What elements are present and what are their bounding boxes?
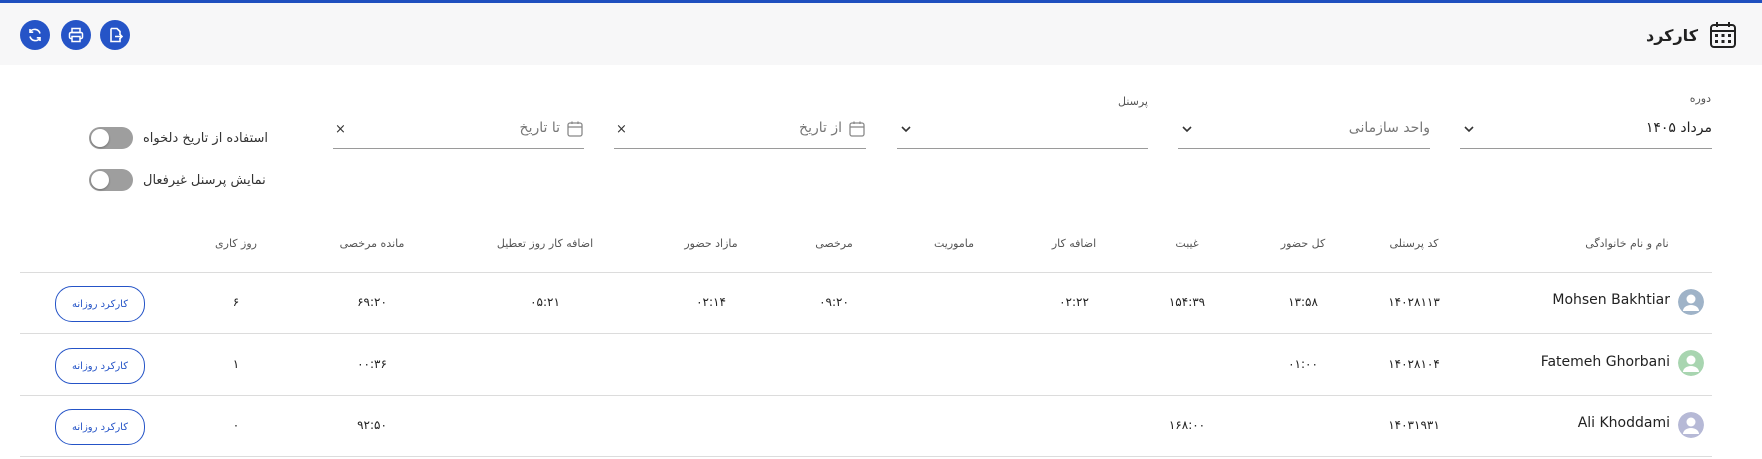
chevron-down-icon [901, 126, 911, 133]
daily-work-button[interactable]: کارکرد روزانه [55, 286, 145, 322]
overtime-cell: ۰۲:۲۲ [1059, 295, 1089, 309]
table-divider [20, 456, 1712, 457]
refresh-button[interactable] [20, 20, 50, 50]
table-divider [20, 395, 1712, 396]
leave-cell: ۰۹:۲۰ [819, 295, 849, 309]
absence-cell: ۱۶۸:۰۰ [1168, 418, 1206, 432]
calendar-icon [567, 121, 583, 137]
employee-name: Fatemeh Ghorbani [1540, 354, 1670, 370]
daily-work-button[interactable]: کارکرد روزانه [55, 409, 145, 445]
employee-name: Ali Khoddami [1577, 415, 1670, 431]
period-label: دوره [1689, 92, 1711, 105]
daily-work-button[interactable]: کارکرد روزانه [55, 348, 145, 384]
export-button[interactable] [100, 20, 130, 50]
calendar-icon [1710, 22, 1736, 48]
workdays-cell: ۶ [232, 295, 240, 309]
clear-to-date-button[interactable]: × [335, 122, 346, 137]
remaining-leave-cell: ۰۰:۳۶ [357, 357, 387, 371]
personnel-label: پرسنل [1118, 95, 1148, 108]
inactive-personnel-toggle-label: نمایش پرسنل غیرفعال [143, 172, 266, 188]
org-unit-select[interactable]: واحد سازمانی [1178, 110, 1430, 149]
column-header-name: نام و نام خانوادگی [1585, 237, 1669, 250]
chevron-down-icon [1464, 126, 1474, 133]
inactive-personnel-toggle[interactable] [89, 169, 133, 191]
column-header-extra-presence: مازاد حضور [684, 237, 738, 250]
extra-presence-cell: ۰۲:۱۴ [696, 295, 726, 309]
personnel-select[interactable] [897, 110, 1148, 149]
page-title: کارکرد [1646, 25, 1698, 45]
column-header-total-presence: کل حضور [1280, 237, 1326, 250]
employee-code: ۱۴۰۲۸۱۰۴ [1388, 357, 1440, 371]
toggle-knob [91, 129, 109, 147]
custom-date-toggle-row: استفاده از تاریخ دلخواه [89, 127, 268, 149]
employee-name: Mohsen Bakhtiar [1552, 292, 1670, 308]
table-divider [20, 333, 1712, 334]
employee-code: ۱۴۰۲۸۱۱۳ [1388, 295, 1440, 309]
custom-date-toggle[interactable] [89, 127, 133, 149]
period-select[interactable]: ۱۴۰۵ مرداد [1460, 110, 1712, 149]
employee-code: ۱۴۰۳۱۹۳۱ [1388, 418, 1440, 432]
to-date-input[interactable]: تا تاریخ × [333, 110, 584, 149]
clear-from-date-button[interactable]: × [616, 122, 627, 137]
total-presence-cell: ۱۳:۵۸ [1288, 295, 1318, 309]
absence-cell: ۱۵۴:۳۹ [1168, 295, 1206, 309]
print-icon [68, 27, 84, 43]
column-header-absence: غیبت [1175, 237, 1199, 250]
column-header-remaining-leave: مانده مرخصی [339, 237, 405, 250]
page-title-group: کارکرد [1646, 19, 1738, 51]
column-header-code: کد پرسنلی [1389, 237, 1439, 250]
workdays-cell: ۰ [232, 418, 240, 432]
page-header: کارکرد [0, 3, 1762, 65]
remaining-leave-cell: ۶۹:۲۰ [357, 295, 387, 309]
toggle-knob [91, 171, 109, 189]
from-date-input[interactable]: از تاریخ × [614, 110, 866, 149]
chevron-down-icon [1182, 126, 1192, 133]
table-divider [20, 272, 1712, 273]
refresh-icon [29, 28, 41, 42]
calendar-icon [849, 121, 865, 137]
export-icon [110, 27, 123, 43]
column-header-leave: مرخصی [815, 237, 853, 250]
to-date-placeholder: تا تاریخ [519, 120, 560, 136]
avatar-icon [1678, 289, 1704, 315]
column-header-mission: ماموریت [934, 237, 974, 250]
column-header-holiday-overtime: اضافه کار روز تعطیل [496, 237, 594, 250]
total-presence-cell: ۰۱:۰۰ [1288, 357, 1318, 371]
column-header-workdays: روز کاری [215, 237, 257, 250]
period-value: ۱۴۰۵ مرداد [1645, 120, 1712, 136]
custom-date-toggle-label: استفاده از تاریخ دلخواه [143, 130, 268, 146]
inactive-personnel-toggle-row: نمایش پرسنل غیرفعال [89, 169, 266, 191]
avatar-icon [1678, 412, 1704, 438]
avatar-icon [1678, 350, 1704, 376]
print-button[interactable] [61, 20, 91, 50]
holiday-overtime-cell: ۰۵:۲۱ [530, 295, 560, 309]
org-unit-placeholder: واحد سازمانی [1348, 120, 1430, 136]
remaining-leave-cell: ۹۲:۵۰ [357, 418, 387, 432]
workdays-cell: ۱ [232, 357, 240, 371]
column-header-overtime: اضافه کار [1051, 237, 1097, 250]
from-date-placeholder: از تاریخ [799, 120, 842, 136]
